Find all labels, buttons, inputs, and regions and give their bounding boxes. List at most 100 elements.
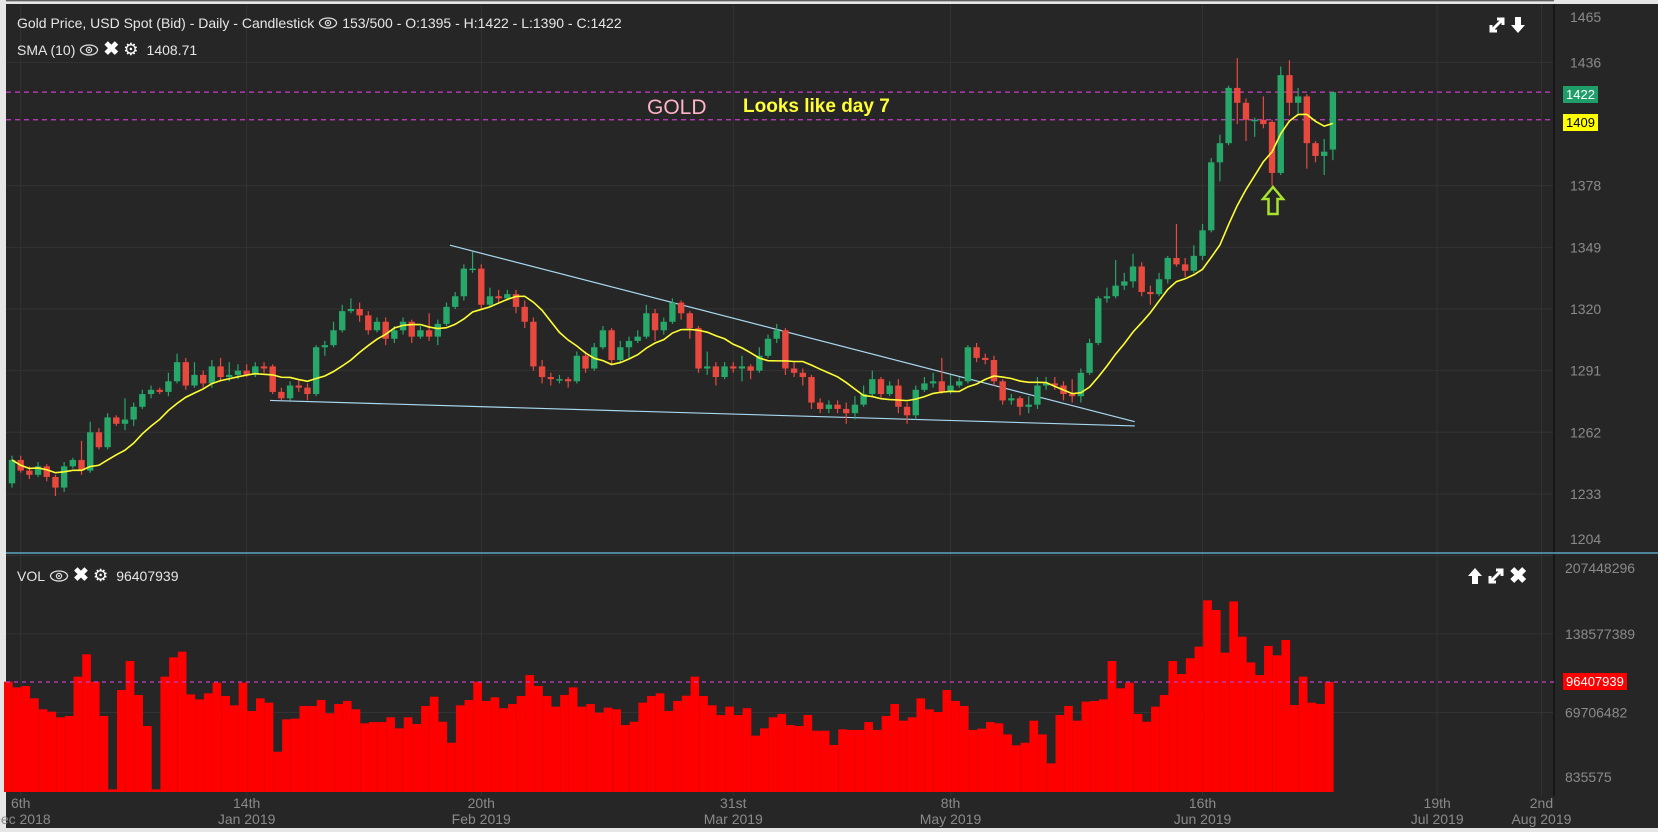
- candle-body: [295, 385, 302, 388]
- candle-up: [764, 334, 772, 358]
- volume-bar: [1142, 721, 1152, 792]
- eye-icon[interactable]: [318, 17, 338, 29]
- candle-up: [1025, 396, 1032, 414]
- candle-up: [373, 317, 381, 333]
- volume-bar: [985, 722, 995, 792]
- expand-icon[interactable]: [1487, 567, 1505, 585]
- candle-down: [182, 357, 189, 390]
- candle-body: [1103, 296, 1111, 299]
- date-axis[interactable]: 6thDec 201814thJan 201920thFeb 201931stM…: [0, 795, 1572, 827]
- volume-bar: [360, 723, 369, 792]
- volume-bar: [195, 699, 204, 792]
- candle-up: [1112, 260, 1119, 299]
- up-arrow-annotation-icon: [1260, 185, 1286, 216]
- candle-body: [52, 476, 59, 488]
- volume-bar: [907, 717, 917, 792]
- volume-badge: 96407939: [1563, 673, 1627, 690]
- candle-up: [617, 340, 624, 363]
- candle-body: [730, 366, 737, 369]
- volume-bars: [4, 600, 1334, 792]
- volume-bar: [212, 682, 222, 792]
- candle-up: [1225, 85, 1232, 146]
- candle-body: [373, 321, 381, 331]
- price-tick-label: 1349: [1570, 239, 1601, 255]
- volume-bar: [690, 676, 700, 792]
- candle-up: [851, 396, 859, 420]
- expand-icon[interactable]: [1488, 16, 1506, 34]
- volume-bar: [447, 742, 456, 792]
- candle-down: [782, 328, 789, 375]
- move-up-icon[interactable]: [1467, 567, 1483, 585]
- volume-bar: [1203, 600, 1212, 792]
- volume-bar: [499, 708, 509, 792]
- candle-down: [903, 402, 911, 424]
- candle-body: [808, 377, 815, 403]
- volume-bar: [1003, 734, 1013, 792]
- candle-body: [1086, 343, 1093, 373]
- candle-body: [173, 362, 181, 382]
- volume-bar: [21, 686, 31, 792]
- volume-bar: [551, 706, 561, 792]
- candle-down: [1234, 58, 1241, 125]
- candle-body: [1303, 96, 1311, 144]
- volume-bar: [186, 694, 196, 792]
- candle-down: [530, 317, 537, 371]
- eye-icon[interactable]: [79, 44, 99, 56]
- candle-down: [512, 289, 520, 314]
- candle-body: [451, 296, 459, 307]
- annotation-note[interactable]: Looks like day 7: [743, 96, 890, 118]
- candle-body: [1147, 291, 1154, 295]
- candle-down: [730, 362, 737, 373]
- candle-down: [217, 357, 224, 382]
- candle-down: [677, 300, 685, 320]
- date-tick-day: 20th: [468, 795, 495, 811]
- candle-body: [304, 387, 311, 395]
- candle-up: [704, 351, 711, 375]
- volume-bar: [325, 713, 335, 792]
- close-icon[interactable]: ✖: [103, 40, 119, 59]
- candle-down: [834, 400, 841, 414]
- eye-icon[interactable]: [49, 570, 69, 582]
- volume-bar: [838, 729, 847, 792]
- candle-body: [816, 402, 824, 409]
- candle-down: [973, 343, 980, 363]
- candle-body: [1034, 385, 1041, 405]
- close-icon[interactable]: ✖: [1509, 565, 1527, 587]
- move-down-icon[interactable]: [1510, 16, 1526, 34]
- candle-body: [886, 385, 893, 395]
- price-tick-label: 1378: [1570, 178, 1601, 194]
- candle-body: [469, 268, 476, 271]
- candle-body: [869, 379, 876, 395]
- volume-bar: [542, 696, 552, 792]
- candle-body: [834, 404, 841, 409]
- candle-body: [495, 296, 502, 299]
- gear-icon[interactable]: ⚙: [123, 41, 138, 58]
- candle-down: [382, 317, 389, 346]
- volume-bar: [1307, 702, 1317, 792]
- close-icon[interactable]: ✖: [73, 566, 89, 585]
- candle-up: [1121, 272, 1128, 290]
- candle-body: [87, 432, 94, 471]
- annotation-gold[interactable]: GOLD: [647, 96, 707, 120]
- candlestick-chart[interactable]: 1465 1436 1378 1349 1320 1291 1262 1233 1204 207…: [0, 0, 1658, 832]
- volume-bar: [525, 675, 535, 792]
- candle-body: [990, 360, 998, 382]
- candle-up: [60, 462, 68, 492]
- candle-down: [260, 362, 268, 373]
- candle-down: [1173, 223, 1180, 267]
- volume-bar: [238, 682, 248, 792]
- volume-bar: [351, 709, 361, 792]
- gear-icon[interactable]: ⚙: [93, 567, 108, 584]
- candle-body: [1164, 257, 1171, 280]
- volume-bar: [829, 744, 839, 792]
- volume-bar: [812, 730, 821, 792]
- volume-bar: [846, 729, 856, 792]
- candle-up: [286, 381, 294, 401]
- volume-bar: [82, 654, 91, 792]
- volume-bar: [968, 729, 978, 792]
- candle-body: [26, 470, 33, 475]
- candle-down: [686, 311, 694, 339]
- volume-bar: [951, 700, 960, 792]
- candle-up: [173, 353, 181, 384]
- volume-label: VOL: [17, 568, 46, 584]
